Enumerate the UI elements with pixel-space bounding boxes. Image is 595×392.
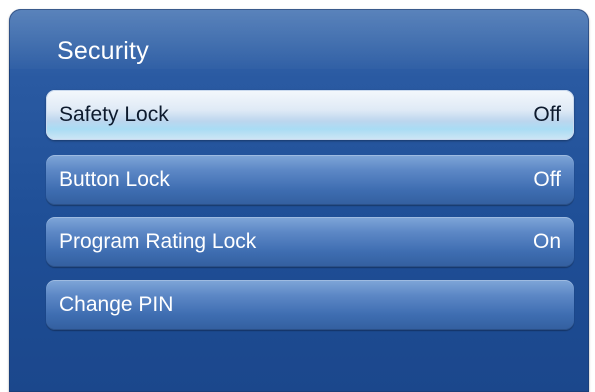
menu-item-label: Button Lock [59,168,170,191]
menu-item-value: Off [533,168,561,191]
menu-item-label: Safety Lock [59,103,169,126]
security-menu-panel: Security Safety Lock Off Button Lock Off… [9,9,589,392]
menu-item-change-pin[interactable]: Change PIN [46,280,574,330]
menu-item-safety-lock[interactable]: Safety Lock Off [46,90,574,140]
menu-title: Security [57,37,149,65]
menu-item-label: Change PIN [59,293,174,316]
menu-item-label: Program Rating Lock [59,230,257,253]
menu-item-program-rating-lock[interactable]: Program Rating Lock On [46,217,574,267]
menu-item-value: On [532,230,561,253]
menu-item-button-lock[interactable]: Button Lock Off [46,155,574,205]
menu-item-value: Off [533,103,561,126]
